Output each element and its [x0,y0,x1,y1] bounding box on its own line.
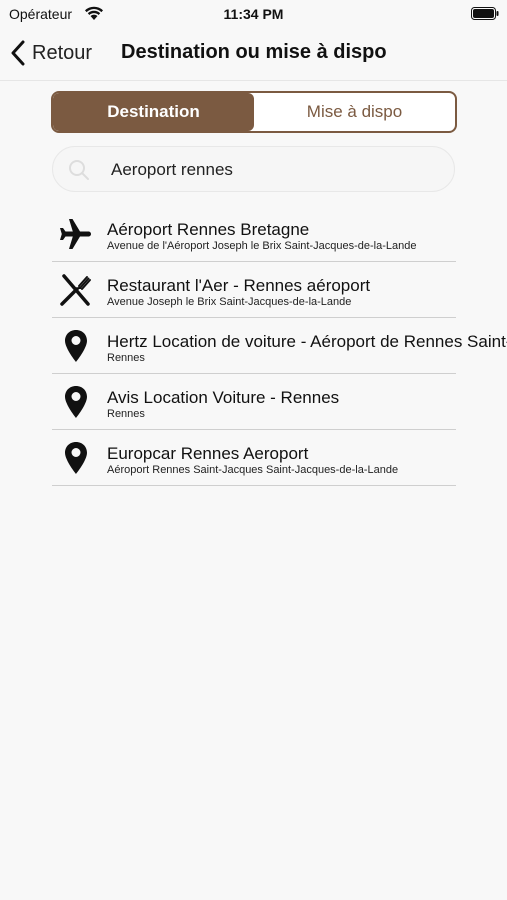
map-pin-icon [58,328,94,364]
search-input[interactable] [109,147,443,193]
list-item-subtitle: Aéroport Rennes Saint-Jacques Saint-Jacq… [107,464,399,476]
list-item[interactable]: Avis Location Voiture - Rennes Rennes [52,374,456,430]
airplane-icon [58,216,94,252]
list-item-title: Restaurant l'Aer - Rennes aéroport [107,276,371,295]
battery-icon [471,7,499,20]
restaurant-icon [58,272,94,308]
list-item[interactable]: Restaurant l'Aer - Rennes aéroport Avenue… [52,262,456,318]
list-item-title: Aéroport Rennes Bretagne [107,220,310,239]
list-item[interactable]: Aéroport Rennes Bretagne Avenue de l'Aéro… [52,206,456,262]
map-pin-icon [58,384,94,420]
list-item-title: Avis Location Voiture - Rennes [107,388,340,407]
list-item[interactable]: Hertz Location de voiture - Aéroport de … [52,318,507,374]
list-item-title: Hertz Location de voiture - Aéroport de … [107,332,507,351]
list-item-subtitle: Avenue de l'Aéroport Joseph le Brix Sain… [107,240,417,252]
back-label: Retour [32,41,93,64]
page-title: Destination ou mise à dispo [121,41,387,63]
search-bar [52,146,455,193]
list-item-subtitle: Rennes [107,352,145,364]
map-pin-icon [58,440,94,476]
back-button[interactable]: Retour [10,38,92,68]
list-item[interactable]: Europcar Rennes Aeroport Aéroport Rennes … [52,430,456,486]
list-item-title: Europcar Rennes Aeroport [107,444,309,463]
segmented-control: Destination Mise à dispo [51,91,457,133]
tab-destination[interactable]: Destination [53,93,254,131]
results-list: Aéroport Rennes Bretagne Avenue de l'Aéro… [52,206,507,486]
search-icon [69,160,89,180]
list-item-subtitle: Rennes [107,408,145,420]
status-bar: Opérateur 11:34 PM [0,0,507,28]
list-item-subtitle: Avenue Joseph le Brix Saint-Jacques-de-l… [107,296,352,308]
clock: 11:34 PM [223,6,284,22]
chevron-left-icon [11,40,25,66]
nav-bar: Retour Destination ou mise à dispo [0,28,507,81]
tab-mise-a-dispo[interactable]: Mise à dispo [254,93,455,131]
